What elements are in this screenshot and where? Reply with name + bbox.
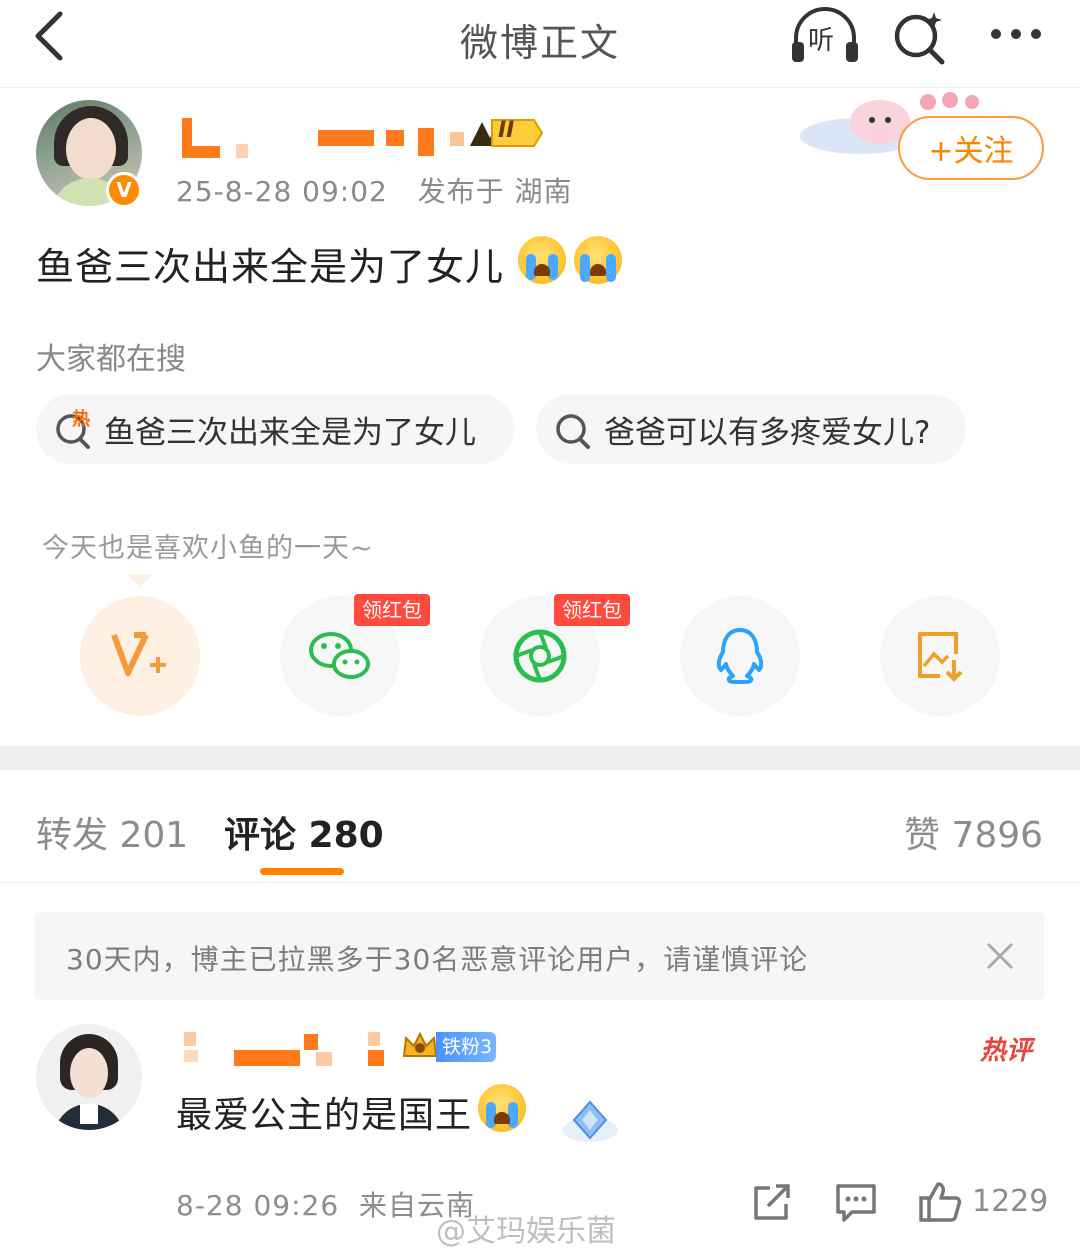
- tab-divider: [0, 882, 1080, 883]
- share-vplus-button[interactable]: [80, 596, 200, 716]
- trending-search-chip-2[interactable]: 爸爸可以有多疼爱女儿?: [536, 394, 966, 464]
- listen-label: 听: [808, 26, 835, 56]
- commenter-avatar[interactable]: [36, 1024, 142, 1130]
- crying-emoji-icon: [518, 236, 566, 284]
- close-icon[interactable]: [984, 940, 1016, 972]
- search-button[interactable]: [890, 6, 950, 66]
- diamond-decoration-icon: [562, 1100, 618, 1142]
- sobbing-emoji-icon: [574, 236, 622, 284]
- share-icon[interactable]: [750, 1180, 794, 1224]
- verified-badge: V: [106, 172, 142, 208]
- wechat-icon: [309, 632, 370, 679]
- comment-meta: 8-28 09:26 来自云南: [176, 1184, 475, 1224]
- iron-fan-badge: 铁粉3: [400, 1031, 496, 1062]
- member-level-label: II: [498, 118, 515, 143]
- follow-button[interactable]: +关注: [898, 116, 1044, 180]
- watermark: @艾玛娱乐菌: [436, 1214, 616, 1249]
- active-tab-indicator: [260, 868, 344, 875]
- author-name-redacted[interactable]: [176, 118, 466, 160]
- hot-tag: 热: [72, 409, 90, 430]
- qq-icon: [716, 628, 764, 684]
- red-packet-badge-moments: 领红包: [554, 594, 630, 626]
- commenter-name-redacted[interactable]: [180, 1030, 390, 1070]
- tab-like[interactable]: 赞 7896: [904, 806, 1043, 858]
- hot-comment-badge: 热评: [980, 1036, 1033, 1066]
- red-packet-badge-wechat: 领红包: [354, 594, 430, 626]
- save-image-icon: [918, 632, 963, 682]
- notice-text: 30天内，博主已拉黑多于30名恶意评论用户，请谨慎评论: [66, 943, 809, 976]
- share-qq-button[interactable]: [680, 596, 800, 716]
- trending-search-chip-1[interactable]: 热 鱼爸三次出来全是为了女儿: [36, 394, 514, 464]
- post-time: 25-8-28 09:02: [176, 175, 388, 208]
- search-sparkle-icon: [894, 12, 945, 65]
- comment-time: 8-28 09:26: [176, 1189, 340, 1222]
- listen-button[interactable]: 听: [788, 6, 862, 66]
- tab-comment[interactable]: 评论 280: [224, 806, 384, 858]
- tab-repost[interactable]: 转发 201: [36, 806, 188, 858]
- post-text: 鱼爸三次出来全是为了女儿: [36, 245, 505, 289]
- moments-icon: [513, 629, 567, 683]
- post-location: 发布于 湖南: [417, 175, 573, 208]
- top-nav-bar: 微博正文 听: [0, 0, 1080, 88]
- more-button[interactable]: [984, 10, 1048, 60]
- section-divider: [0, 746, 1080, 770]
- comment-notice-banner: 30天内，博主已拉黑多于30名恶意评论用户，请谨慎评论: [34, 912, 1044, 1000]
- comment-text: 最爱公主的是国王: [176, 1095, 473, 1136]
- hot-search-icon: 热: [54, 409, 94, 449]
- more-dots-icon: [991, 29, 1041, 39]
- comment-like-count: 1229: [972, 1184, 1049, 1219]
- thumbs-up-icon[interactable]: [918, 1180, 962, 1224]
- share-hint: 今天也是喜欢小鱼的一天~: [42, 533, 374, 564]
- share-save-image-button[interactable]: [880, 596, 1000, 716]
- trending-search-label-2: 爸爸可以有多疼爱女儿?: [604, 414, 931, 451]
- search-icon: [554, 409, 594, 449]
- member-level-badge: II: [468, 116, 544, 150]
- trending-search-title: 大家都在搜: [36, 342, 186, 377]
- post-meta: 25-8-28 09:02 发布于 湖南: [176, 170, 572, 210]
- trending-search-label-1: 鱼爸三次出来全是为了女儿: [104, 414, 476, 451]
- fan-badge-label: 铁粉3: [436, 1032, 496, 1062]
- crying-emoji-icon: [478, 1084, 526, 1132]
- fan-crown-icon: [402, 1031, 438, 1057]
- hint-caret: [126, 574, 154, 586]
- v-plus-icon: [111, 632, 166, 676]
- reply-icon[interactable]: [834, 1180, 878, 1224]
